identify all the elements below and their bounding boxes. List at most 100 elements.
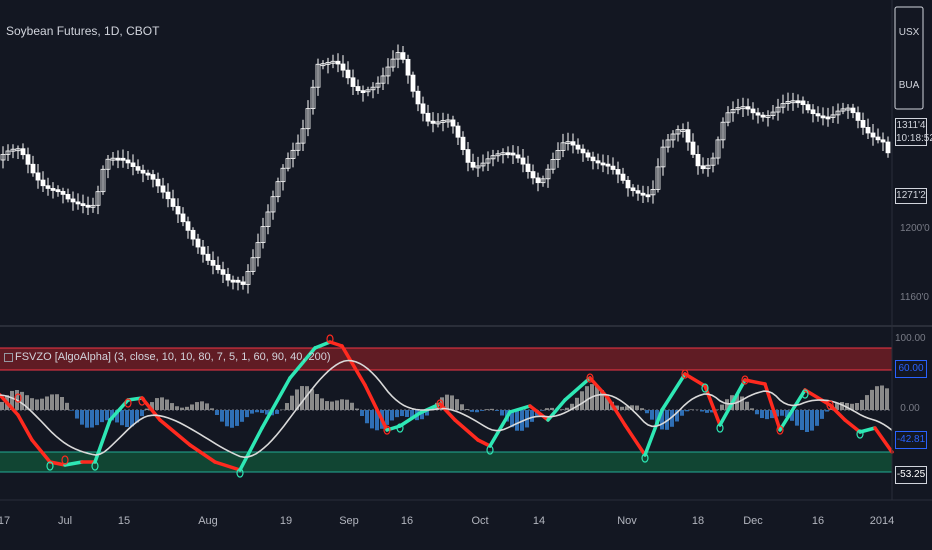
histogram-bar bbox=[460, 404, 464, 410]
histogram-bar bbox=[330, 401, 334, 410]
indicator-title-text: FSVZO [AlgoAlpha] (3, close, 10, 10, 80,… bbox=[15, 351, 331, 363]
price-label-1160: 1160'0 bbox=[900, 292, 929, 303]
time-label-nov: Nov bbox=[617, 515, 637, 527]
histogram-bar bbox=[290, 395, 294, 410]
histogram-bar bbox=[480, 410, 484, 411]
histogram-bar bbox=[635, 405, 639, 410]
time-label-14: 14 bbox=[532, 515, 546, 527]
histogram-bar bbox=[405, 410, 409, 417]
histogram-bar bbox=[530, 410, 534, 422]
histogram-bar bbox=[470, 410, 474, 412]
histogram-bar bbox=[385, 410, 389, 425]
histogram-bar bbox=[490, 408, 494, 410]
histogram-bar bbox=[685, 410, 689, 412]
histogram-bar bbox=[860, 399, 864, 410]
histogram-bar bbox=[340, 399, 344, 410]
osc-label-60: 60.00 bbox=[895, 360, 927, 378]
histogram-bar bbox=[650, 410, 654, 420]
histogram-bar bbox=[750, 408, 754, 410]
osc-label-signal: -53.25 bbox=[895, 466, 927, 484]
histogram-bar bbox=[175, 406, 179, 410]
histogram-bar bbox=[185, 406, 189, 410]
unit-button[interactable]: BUA bbox=[896, 80, 922, 91]
histogram-bar bbox=[875, 386, 879, 410]
indicator-title[interactable]: FSVZO [AlgoAlpha] (3, close, 10, 10, 80,… bbox=[4, 351, 331, 363]
histogram-bar bbox=[805, 410, 809, 432]
current-price-value: 1311'4 bbox=[896, 120, 926, 131]
time-label-aug: Aug bbox=[198, 515, 218, 527]
histogram-bar bbox=[45, 396, 49, 410]
histogram-bar bbox=[500, 410, 504, 416]
histogram-bar bbox=[550, 407, 554, 410]
time-label-17: 17 bbox=[0, 515, 11, 527]
histogram-bar bbox=[400, 410, 404, 417]
histogram-bar bbox=[475, 410, 479, 413]
indicator-visibility-icon[interactable] bbox=[4, 352, 13, 362]
histogram-bar bbox=[560, 409, 564, 410]
histogram-bar bbox=[620, 406, 624, 410]
histogram-bar bbox=[335, 400, 339, 410]
histogram-bar bbox=[220, 410, 224, 422]
histogram-bar bbox=[275, 410, 279, 414]
currency-button[interactable]: USX bbox=[896, 27, 922, 38]
histogram-bar bbox=[245, 410, 249, 418]
time-label-18: 18 bbox=[691, 515, 705, 527]
histogram-bar bbox=[855, 402, 859, 410]
histogram-bar bbox=[30, 398, 34, 410]
time-label-15: 15 bbox=[117, 515, 131, 527]
histogram-bar bbox=[250, 410, 254, 414]
histogram-bar bbox=[140, 410, 144, 417]
histogram-bar bbox=[60, 396, 64, 410]
histogram-bar bbox=[320, 398, 324, 410]
main-chart[interactable] bbox=[0, 0, 932, 550]
bar-countdown: 10:18:52 bbox=[896, 133, 932, 144]
histogram-bar bbox=[85, 410, 89, 428]
histogram-bar bbox=[640, 408, 644, 410]
histogram-bar bbox=[230, 410, 234, 428]
histogram-bar bbox=[455, 399, 459, 410]
histogram-bar bbox=[370, 410, 374, 429]
histogram-bar bbox=[450, 395, 454, 410]
histogram-bar bbox=[825, 410, 829, 412]
histogram-bar bbox=[745, 401, 749, 410]
histogram-bar bbox=[820, 410, 824, 419]
last-price-tag: 1271'2 bbox=[895, 188, 927, 204]
histogram-bar bbox=[120, 410, 124, 426]
histogram-bar bbox=[145, 408, 149, 410]
histogram-bar bbox=[815, 410, 819, 426]
histogram-bar bbox=[235, 410, 239, 426]
histogram-bar bbox=[810, 410, 814, 431]
time-label-2014: 2014 bbox=[869, 515, 895, 527]
osc-label-zero: 0.00 bbox=[900, 403, 920, 414]
histogram-bar bbox=[325, 401, 329, 410]
symbol-title[interactable]: Soybean Futures, 1D, CBOT bbox=[6, 24, 159, 38]
histogram-bar bbox=[575, 397, 579, 410]
histogram-bar bbox=[365, 410, 369, 424]
histogram-bar bbox=[285, 403, 289, 410]
histogram-bar bbox=[760, 410, 764, 419]
histogram-bar bbox=[395, 410, 399, 418]
time-label-sep: Sep bbox=[339, 515, 359, 527]
time-label-dec: Dec bbox=[743, 515, 763, 527]
histogram-bar bbox=[155, 398, 159, 410]
histogram-bar bbox=[495, 410, 499, 411]
histogram-bar bbox=[795, 410, 799, 426]
histogram-bar bbox=[260, 410, 264, 413]
time-label-16b: 16 bbox=[811, 515, 825, 527]
histogram-bar bbox=[100, 410, 104, 423]
histogram-bar bbox=[515, 410, 519, 431]
histogram-bar bbox=[720, 404, 724, 410]
histogram-bar bbox=[540, 410, 544, 411]
histogram-bar bbox=[0, 401, 4, 410]
histogram-bar bbox=[240, 410, 244, 422]
osc-label-100: 100.00 bbox=[895, 333, 926, 344]
histogram-bar bbox=[50, 394, 54, 410]
time-label-jul: Jul bbox=[57, 515, 73, 527]
histogram-bar bbox=[565, 407, 569, 410]
histogram-bar bbox=[215, 410, 219, 415]
histogram-bar bbox=[680, 410, 684, 416]
histogram-bar bbox=[310, 389, 314, 410]
oversold-zone bbox=[0, 452, 892, 472]
histogram-bar bbox=[755, 410, 759, 415]
histogram-bar bbox=[165, 399, 169, 410]
